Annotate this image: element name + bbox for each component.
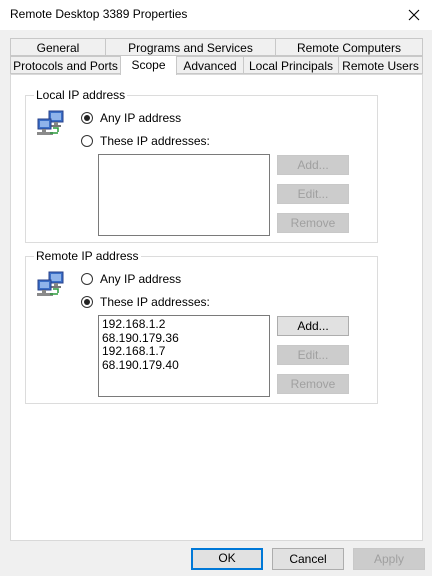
local-ip-list[interactable] xyxy=(98,154,270,236)
tab-scope[interactable]: Scope xyxy=(120,55,177,75)
tab-remote-users[interactable]: Remote Users xyxy=(338,56,423,74)
remote-add-button[interactable]: Add... xyxy=(277,316,349,336)
remote-these-ip-radio[interactable] xyxy=(81,296,93,308)
list-item[interactable]: 68.190.179.40 xyxy=(102,358,266,373)
local-these-ip-option[interactable]: These IP addresses: xyxy=(81,133,210,149)
remote-these-ip-label: These IP addresses: xyxy=(100,295,210,309)
local-any-ip-label: Any IP address xyxy=(100,111,182,125)
tab-local-principals[interactable]: Local Principals xyxy=(243,56,339,74)
local-these-ip-label: These IP addresses: xyxy=(100,134,210,148)
local-remove-button[interactable]: Remove xyxy=(277,213,349,233)
remote-edit-button[interactable]: Edit... xyxy=(277,345,349,365)
tab-programs-and-services[interactable]: Programs and Services xyxy=(105,38,276,56)
remote-these-ip-option[interactable]: These IP addresses: xyxy=(81,294,210,310)
close-button[interactable] xyxy=(396,0,432,30)
local-edit-button[interactable]: Edit... xyxy=(277,184,349,204)
remote-any-ip-label: Any IP address xyxy=(100,272,182,286)
remote-ip-legend: Remote IP address xyxy=(34,248,141,264)
local-ip-legend: Local IP address xyxy=(34,87,128,103)
local-add-button[interactable]: Add... xyxy=(277,155,349,175)
tab-protocols-and-ports[interactable]: Protocols and Ports xyxy=(10,56,121,74)
list-item[interactable]: 68.190.179.36 xyxy=(102,331,266,346)
remote-ip-group: Remote IP address Any IP address These I… xyxy=(25,248,378,404)
ok-button[interactable]: OK xyxy=(191,548,263,570)
local-these-ip-radio[interactable] xyxy=(81,135,93,147)
tab-remote-computers[interactable]: Remote Computers xyxy=(275,38,423,56)
remote-any-ip-radio[interactable] xyxy=(81,273,93,285)
window-title: Remote Desktop 3389 Properties xyxy=(10,7,188,21)
network-computers-icon xyxy=(37,271,64,296)
remote-any-ip-option[interactable]: Any IP address xyxy=(81,271,181,287)
apply-button[interactable]: Apply xyxy=(353,548,425,570)
cancel-button[interactable]: Cancel xyxy=(272,548,344,570)
tab-general[interactable]: General xyxy=(10,38,106,56)
network-computers-icon xyxy=(37,110,64,135)
list-item[interactable]: 192.168.1.7 xyxy=(102,344,266,359)
close-icon xyxy=(408,9,420,21)
scope-tab-panel: Local IP address Any IP address These IP… xyxy=(10,74,423,541)
tab-advanced[interactable]: Advanced xyxy=(176,56,244,74)
remote-remove-button[interactable]: Remove xyxy=(277,374,349,394)
local-any-ip-radio[interactable] xyxy=(81,112,93,124)
local-ip-group: Local IP address Any IP address These IP… xyxy=(25,87,378,243)
remote-ip-list[interactable]: 192.168.1.2 68.190.179.36 192.168.1.7 68… xyxy=(98,315,270,397)
list-item[interactable]: 192.168.1.2 xyxy=(102,317,266,332)
title-bar: Remote Desktop 3389 Properties xyxy=(0,0,432,30)
local-any-ip-option[interactable]: Any IP address xyxy=(81,110,181,126)
